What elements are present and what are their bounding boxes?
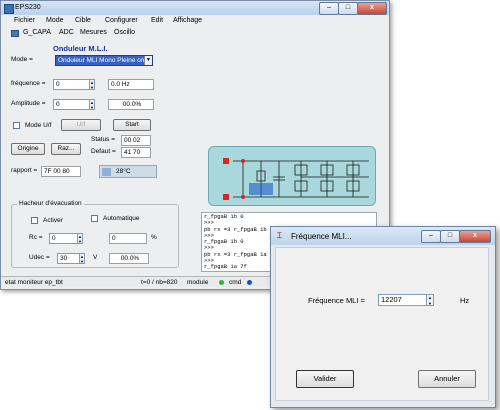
frequence-input[interactable]: 12207 xyxy=(378,294,428,306)
close-button[interactable]: x xyxy=(357,2,387,15)
temperature-swatch xyxy=(102,168,111,176)
frequence-spinner[interactable]: ▲ ▼ xyxy=(426,294,434,306)
menu-configurer[interactable]: Configurer xyxy=(105,17,138,24)
menu-mode[interactable]: Mode xyxy=(46,17,64,24)
maximize-button[interactable]: □ xyxy=(338,2,358,15)
udec-input[interactable]: 30 xyxy=(57,253,81,264)
minimize-button[interactable]: – xyxy=(319,2,339,15)
rc-spinner[interactable]: ▲ ▼ xyxy=(77,233,83,244)
toolbar: G_CAPA ADC Mesures Oscillo xyxy=(1,27,389,38)
freq-hz-display: 0.0 Hz xyxy=(108,79,154,90)
page-title: Onduleur M.L.I. xyxy=(53,44,108,53)
dialog-maximize-button[interactable]: □ xyxy=(440,230,460,243)
freq-spinner[interactable]: ▲ ▼ xyxy=(89,79,95,90)
valider-button[interactable]: Valider xyxy=(296,370,354,388)
activer-label: Activer xyxy=(43,217,63,224)
frequence-unit: Hz xyxy=(460,296,470,305)
mode-select[interactable]: Onduleur MLI Mono Pleine onde xyxy=(55,55,153,66)
rc-pct-display: 0 xyxy=(109,233,147,244)
chevron-down-icon[interactable]: ▼ xyxy=(144,56,152,65)
ampl-spinner[interactable]: ▲ ▼ xyxy=(89,99,95,110)
defaut-display: 41 70 xyxy=(121,147,151,158)
status-left: etat moniteur ep_tbt xyxy=(5,279,63,286)
menu-affichage[interactable]: Affichage xyxy=(173,17,202,24)
rc-label: Rc = xyxy=(29,234,43,241)
temperature-value: 28°C xyxy=(116,168,131,175)
ampl-input[interactable]: 0 xyxy=(53,99,91,110)
toolbar-mesures[interactable]: Mesures xyxy=(80,29,107,36)
automatique-checkbox[interactable] xyxy=(91,215,98,222)
freq-label: fréquence = xyxy=(11,80,46,87)
activer-checkbox[interactable] xyxy=(31,217,38,224)
dialog-body: Fréquence MLI = 12207 ▲ ▼ Hz Valider Annu… xyxy=(275,247,489,401)
udec-unit: V xyxy=(93,254,98,261)
status-module: module xyxy=(187,279,209,286)
mode-label: Mode = xyxy=(11,56,33,63)
toolbar-gcapa[interactable]: G_CAPA xyxy=(23,29,51,36)
menu-fichier[interactable]: Fichier xyxy=(14,17,35,24)
hacheur-legend: Hacheur d'évacuation xyxy=(17,200,84,207)
ampl-pct-display: 00.0% xyxy=(108,99,154,110)
udec-spinner[interactable]: ▲ ▼ xyxy=(79,253,85,264)
circuit-diagram xyxy=(208,146,376,206)
status-middle: t=0 / nb=820 xyxy=(141,279,178,286)
dialog-titlebar[interactable]: ⌶ Fréquence MLI... – □ x xyxy=(271,227,495,245)
mode-uf-checkbox[interactable] xyxy=(13,122,20,129)
module-led-icon xyxy=(219,280,224,285)
status-cmd: cmd xyxy=(229,279,242,286)
dialog-minimize-button[interactable]: – xyxy=(421,230,441,243)
rc-input[interactable]: 0 xyxy=(49,233,79,244)
udec-pct-display: 00.0% xyxy=(109,253,149,264)
main-titlebar[interactable]: EPS230 – □ x xyxy=(1,1,389,15)
origine-button[interactable]: Origine xyxy=(11,143,45,155)
frequence-dialog: ⌶ Fréquence MLI... – □ x Fréquence MLI =… xyxy=(270,226,496,408)
inverter-schematic-icon xyxy=(223,158,369,200)
raz-button[interactable]: Raz... xyxy=(51,143,81,155)
menu-cible[interactable]: Cible xyxy=(75,17,91,24)
frequence-label: Fréquence MLI = xyxy=(308,296,365,305)
capa-icon[interactable] xyxy=(11,30,19,37)
status-display: 00 02 xyxy=(121,135,151,146)
udec-label: Udec = xyxy=(29,254,50,261)
uf-button[interactable]: U/f xyxy=(61,119,101,131)
menu-bar: Fichier Mode Cible Configurer Edit Affic… xyxy=(1,15,389,26)
toolbar-oscillo[interactable]: Oscillo xyxy=(114,29,135,36)
app-icon xyxy=(4,4,14,14)
red-terminal-icon xyxy=(223,158,229,164)
dialog-close-button[interactable]: x xyxy=(459,230,491,243)
toolbar-adc[interactable]: ADC xyxy=(59,29,74,36)
rapport-display: 7F 00 80 xyxy=(41,166,81,177)
menu-edit[interactable]: Edit xyxy=(151,17,163,24)
rapport-label: rapport = xyxy=(11,167,38,174)
mode-uf-label: Mode U/f xyxy=(25,122,52,129)
cmd-led-icon xyxy=(247,280,252,285)
status-label: Status = xyxy=(91,136,116,143)
automatique-label: Automatique xyxy=(103,215,140,222)
freq-input[interactable]: 0 xyxy=(53,79,91,90)
red-terminal-icon-2 xyxy=(223,194,229,200)
start-button[interactable]: Start xyxy=(113,119,151,131)
rc-pct-unit: % xyxy=(151,234,157,241)
temperature-indicator: 28°C xyxy=(99,165,157,178)
ampl-label: Amplitude = xyxy=(11,100,46,107)
dialog-app-icon: ⌶ xyxy=(277,231,282,240)
dialog-title: Fréquence MLI... xyxy=(291,232,352,241)
window-title: EPS230 xyxy=(15,4,41,11)
annuler-button[interactable]: Annuler xyxy=(418,370,476,388)
mode-select-value: Onduleur MLI Mono Pleine onde xyxy=(58,57,152,64)
defaut-label: Defaut = xyxy=(91,148,116,155)
